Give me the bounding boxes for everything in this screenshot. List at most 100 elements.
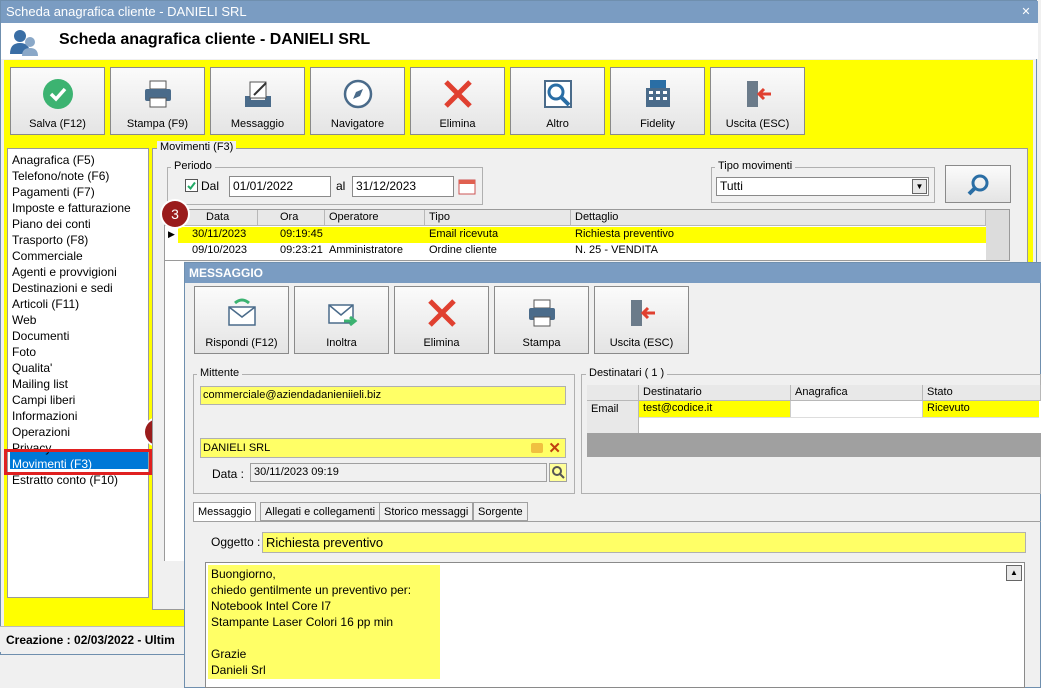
search-icon — [552, 466, 565, 479]
message-body[interactable]: Buongiorno, chiedo gentilmente un preven… — [205, 562, 1025, 688]
row1-tipo: Email ricevuta — [429, 228, 499, 240]
tab-storico[interactable]: Storico messaggi — [379, 502, 474, 521]
nav-item-web[interactable]: Web — [12, 312, 36, 328]
msg-delete-button[interactable]: Elimina — [394, 286, 489, 354]
table-row[interactable]: 30/11/2023 09:19:45 Email ricevuta Richi… — [178, 227, 986, 243]
sender-name: DANIELI SRL — [203, 442, 271, 454]
col-destinatario[interactable]: Destinatario — [639, 385, 791, 401]
msg-print-button[interactable]: Stampa — [494, 286, 589, 354]
tab-allegati[interactable]: Allegati e collegamenti — [260, 502, 381, 521]
exit-door-icon — [631, 300, 655, 326]
col-anagrafica[interactable]: Anagrafica — [791, 385, 923, 401]
row2-data: 09/10/2023 — [192, 244, 248, 256]
date-lookup-button[interactable] — [549, 463, 567, 482]
tab-sorgente[interactable]: Sorgente — [473, 502, 528, 521]
col-tipo[interactable]: Tipo — [425, 210, 571, 226]
col-data[interactable]: Data — [178, 210, 258, 226]
tipo-select[interactable]: Tutti ▼ — [716, 177, 929, 196]
save-label: Salva (F12) — [29, 118, 86, 130]
periodo-label: Periodo — [171, 160, 215, 172]
window-title: Scheda anagrafica cliente - DANIELI SRL — [6, 4, 247, 19]
col-ora[interactable]: Ora — [258, 210, 325, 226]
exit-label: Uscita (ESC) — [725, 118, 790, 130]
message-button[interactable]: Messaggio — [210, 67, 305, 135]
sender-name-field[interactable]: DANIELI SRL ✕ — [200, 438, 566, 458]
chevron-down-icon[interactable]: ▼ — [912, 179, 927, 194]
nav-item-trasporto[interactable]: Trasporto (F8) — [12, 232, 88, 248]
body-text: Buongiorno, chiedo gentilmente un preven… — [211, 567, 412, 677]
col-stato[interactable]: Stato — [923, 385, 1041, 401]
grid-scrollbar[interactable] — [986, 210, 1009, 260]
print-button[interactable]: Stampa (F9) — [110, 67, 205, 135]
nav-item-imposte[interactable]: Imposte e fatturazione — [12, 200, 131, 216]
movements-grid: Data Ora Operatore Tipo Dettaglio 30/11/… — [164, 209, 1010, 261]
exit-door-icon — [747, 81, 771, 107]
nav-item-mailing[interactable]: Mailing list — [12, 376, 68, 392]
nav-item-piano-conti[interactable]: Piano dei conti — [12, 216, 91, 232]
other-button[interactable]: Altro — [510, 67, 605, 135]
search-doc-icon — [544, 80, 572, 108]
save-button[interactable]: Salva (F12) — [10, 67, 105, 135]
dal-label: Dal — [201, 179, 220, 193]
clear-x-icon[interactable]: ✕ — [548, 439, 561, 457]
message-title: MESSAGGIO — [185, 263, 1041, 283]
recipient-type: Email — [591, 403, 619, 415]
exit-button[interactable]: Uscita (ESC) — [710, 67, 805, 135]
nav-item-destinazioni[interactable]: Destinazioni e sedi — [12, 280, 113, 296]
dal-date-field[interactable]: 01/01/2022 — [229, 176, 331, 197]
navigator-button[interactable]: Navigatore — [310, 67, 405, 135]
delete-label: Elimina — [439, 118, 476, 130]
nav-item-anagrafica[interactable]: Anagrafica (F5) — [12, 152, 95, 168]
other-label: Altro — [546, 118, 569, 130]
al-date-field[interactable]: 31/12/2023 — [352, 176, 454, 197]
dal-checkbox[interactable] — [185, 179, 198, 192]
nav-item-pagamenti[interactable]: Pagamenti (F7) — [12, 184, 95, 200]
nav-item-operazioni[interactable]: Operazioni — [12, 424, 70, 440]
sender-email-field[interactable]: commerciale@aziendadanieniieli.biz — [200, 386, 566, 405]
grid-row-headers — [164, 261, 184, 561]
reply-button[interactable]: Rispondi (F12) — [194, 286, 289, 354]
section-nav: Anagrafica (F5) Telefono/note (F6) Pagam… — [7, 148, 149, 598]
nav-item-campi-liberi[interactable]: Campi liberi — [12, 392, 75, 408]
msg-delete-label: Elimina — [423, 337, 460, 349]
table-row[interactable]: test@codice.it — [639, 401, 791, 417]
nav-item-commerciale[interactable]: Commerciale — [12, 248, 83, 264]
forward-button[interactable]: Inoltra — [294, 286, 389, 354]
delete-button[interactable]: Elimina — [410, 67, 505, 135]
reply-label: Rispondi (F12) — [205, 337, 278, 349]
nav-item-articoli[interactable]: Articoli (F11) — [12, 296, 79, 312]
navigator-label: Navigatore — [330, 118, 385, 130]
row2-tipo: Ordine cliente — [429, 244, 497, 256]
search-button[interactable] — [945, 165, 1011, 203]
printer-icon — [145, 80, 171, 108]
col-operatore[interactable]: Operatore — [325, 210, 425, 226]
subject-label: Oggetto : — [211, 535, 261, 549]
destinatari-label: Destinatari ( 1 ) — [586, 367, 668, 379]
step-badge-3: 3 — [162, 201, 188, 227]
nav-item-documenti[interactable]: Documenti — [12, 328, 69, 344]
message-label: Messaggio — [230, 118, 285, 130]
msg-exit-button[interactable]: Uscita (ESC) — [594, 286, 689, 354]
col-dettaglio[interactable]: Dettaglio — [571, 210, 986, 226]
fidelity-button[interactable]: Fidelity — [610, 67, 705, 135]
col-type — [587, 385, 639, 401]
folder-icon[interactable] — [531, 443, 543, 453]
scroll-up-icon[interactable]: ▲ — [1006, 565, 1022, 581]
close-button[interactable]: ✕ — [1018, 4, 1034, 20]
tab-messaggio[interactable]: Messaggio — [193, 502, 257, 522]
row1-ora: 09:19:45 — [280, 228, 323, 240]
calendar-icon[interactable] — [458, 177, 476, 195]
table-row[interactable]: 09/10/2023 09:23:21 Amministratore Ordin… — [178, 243, 986, 259]
nav-item-agenti[interactable]: Agenti e provvigioni — [12, 264, 117, 280]
nav-item-qualita[interactable]: Qualita' — [12, 360, 52, 376]
nav-item-foto[interactable]: Foto — [12, 344, 36, 360]
fidelity-label: Fidelity — [640, 118, 675, 130]
subject-field[interactable]: Richiesta preventivo — [262, 532, 1026, 553]
highlight-box — [4, 449, 152, 475]
checkmark-icon — [187, 181, 196, 191]
nav-item-informazioni[interactable]: Informazioni — [12, 408, 77, 424]
nav-item-telefono[interactable]: Telefono/note (F6) — [12, 168, 109, 184]
msg-exit-label: Uscita (ESC) — [609, 337, 674, 349]
check-icon — [43, 79, 73, 109]
customer-icon — [10, 30, 38, 56]
